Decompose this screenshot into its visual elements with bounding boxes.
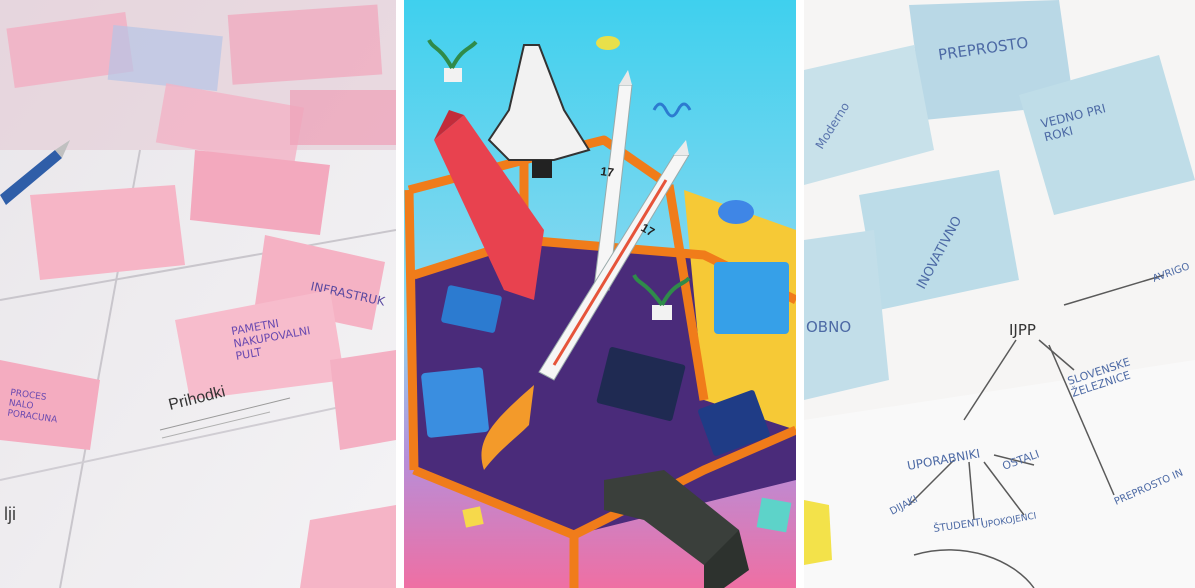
rocket-illustration: 17 17 [404, 0, 796, 588]
tablet-device [421, 367, 489, 438]
pink-sticky-note [30, 185, 185, 280]
yellow-sticky-note [804, 500, 832, 565]
tablet-device [714, 262, 789, 334]
pink-sticky-note [190, 150, 330, 235]
rocket-number: 17 [600, 164, 615, 180]
canvas-margin-text: lji [4, 504, 16, 524]
mindmap-whiteboard-photo: PREPROSTO VEDNO PRIROKI Moderno INOVATIV… [804, 0, 1195, 588]
floating-cube [756, 497, 792, 533]
note-text: OBNO [806, 318, 851, 336]
floating-disc [596, 36, 620, 50]
mindmap-center: IJPP [1009, 321, 1036, 339]
pink-sticky-note [330, 350, 396, 450]
blue-sticky-note: OBNO [804, 230, 889, 400]
floating-cube [462, 506, 484, 528]
floating-disc [718, 200, 754, 224]
sticky-notes-canvas-photo: INFRASTRUK PAMETNINAKUPOVALNIPULT PROCES… [0, 0, 396, 588]
image-collage: INFRASTRUK PAMETNINAKUPOVALNIPULT PROCES… [0, 0, 1195, 588]
